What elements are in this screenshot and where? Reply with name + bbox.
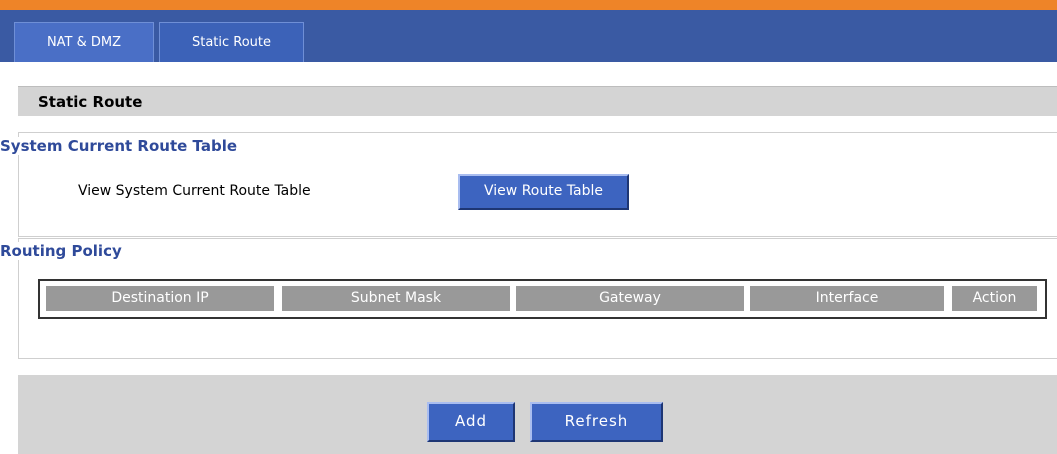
tab-static-route[interactable]: Static Route (159, 22, 304, 62)
routing-policy-table: Destination IP Subnet Mask Gateway Inter… (38, 279, 1047, 319)
refresh-button[interactable]: Refresh (530, 402, 663, 442)
column-header-gateway: Gateway (516, 286, 744, 311)
column-header-action: Action (952, 286, 1037, 311)
column-header-interface: Interface (750, 286, 944, 311)
column-header-subnet-mask: Subnet Mask (282, 286, 510, 311)
page-title: Static Route (18, 86, 1057, 116)
tab-bar: NAT & DMZ Static Route (0, 10, 1057, 62)
view-route-table-label: View System Current Route Table (78, 183, 311, 199)
column-header-destination-ip: Destination IP (46, 286, 274, 311)
add-button[interactable]: Add (427, 402, 515, 442)
view-route-table-button[interactable]: View Route Table (458, 174, 629, 210)
route-table-group-title: System Current Route Table (0, 137, 242, 155)
routing-policy-title: Routing Policy (0, 242, 126, 260)
tab-nat-dmz[interactable]: NAT & DMZ (14, 22, 154, 62)
top-accent-strip (0, 0, 1057, 10)
